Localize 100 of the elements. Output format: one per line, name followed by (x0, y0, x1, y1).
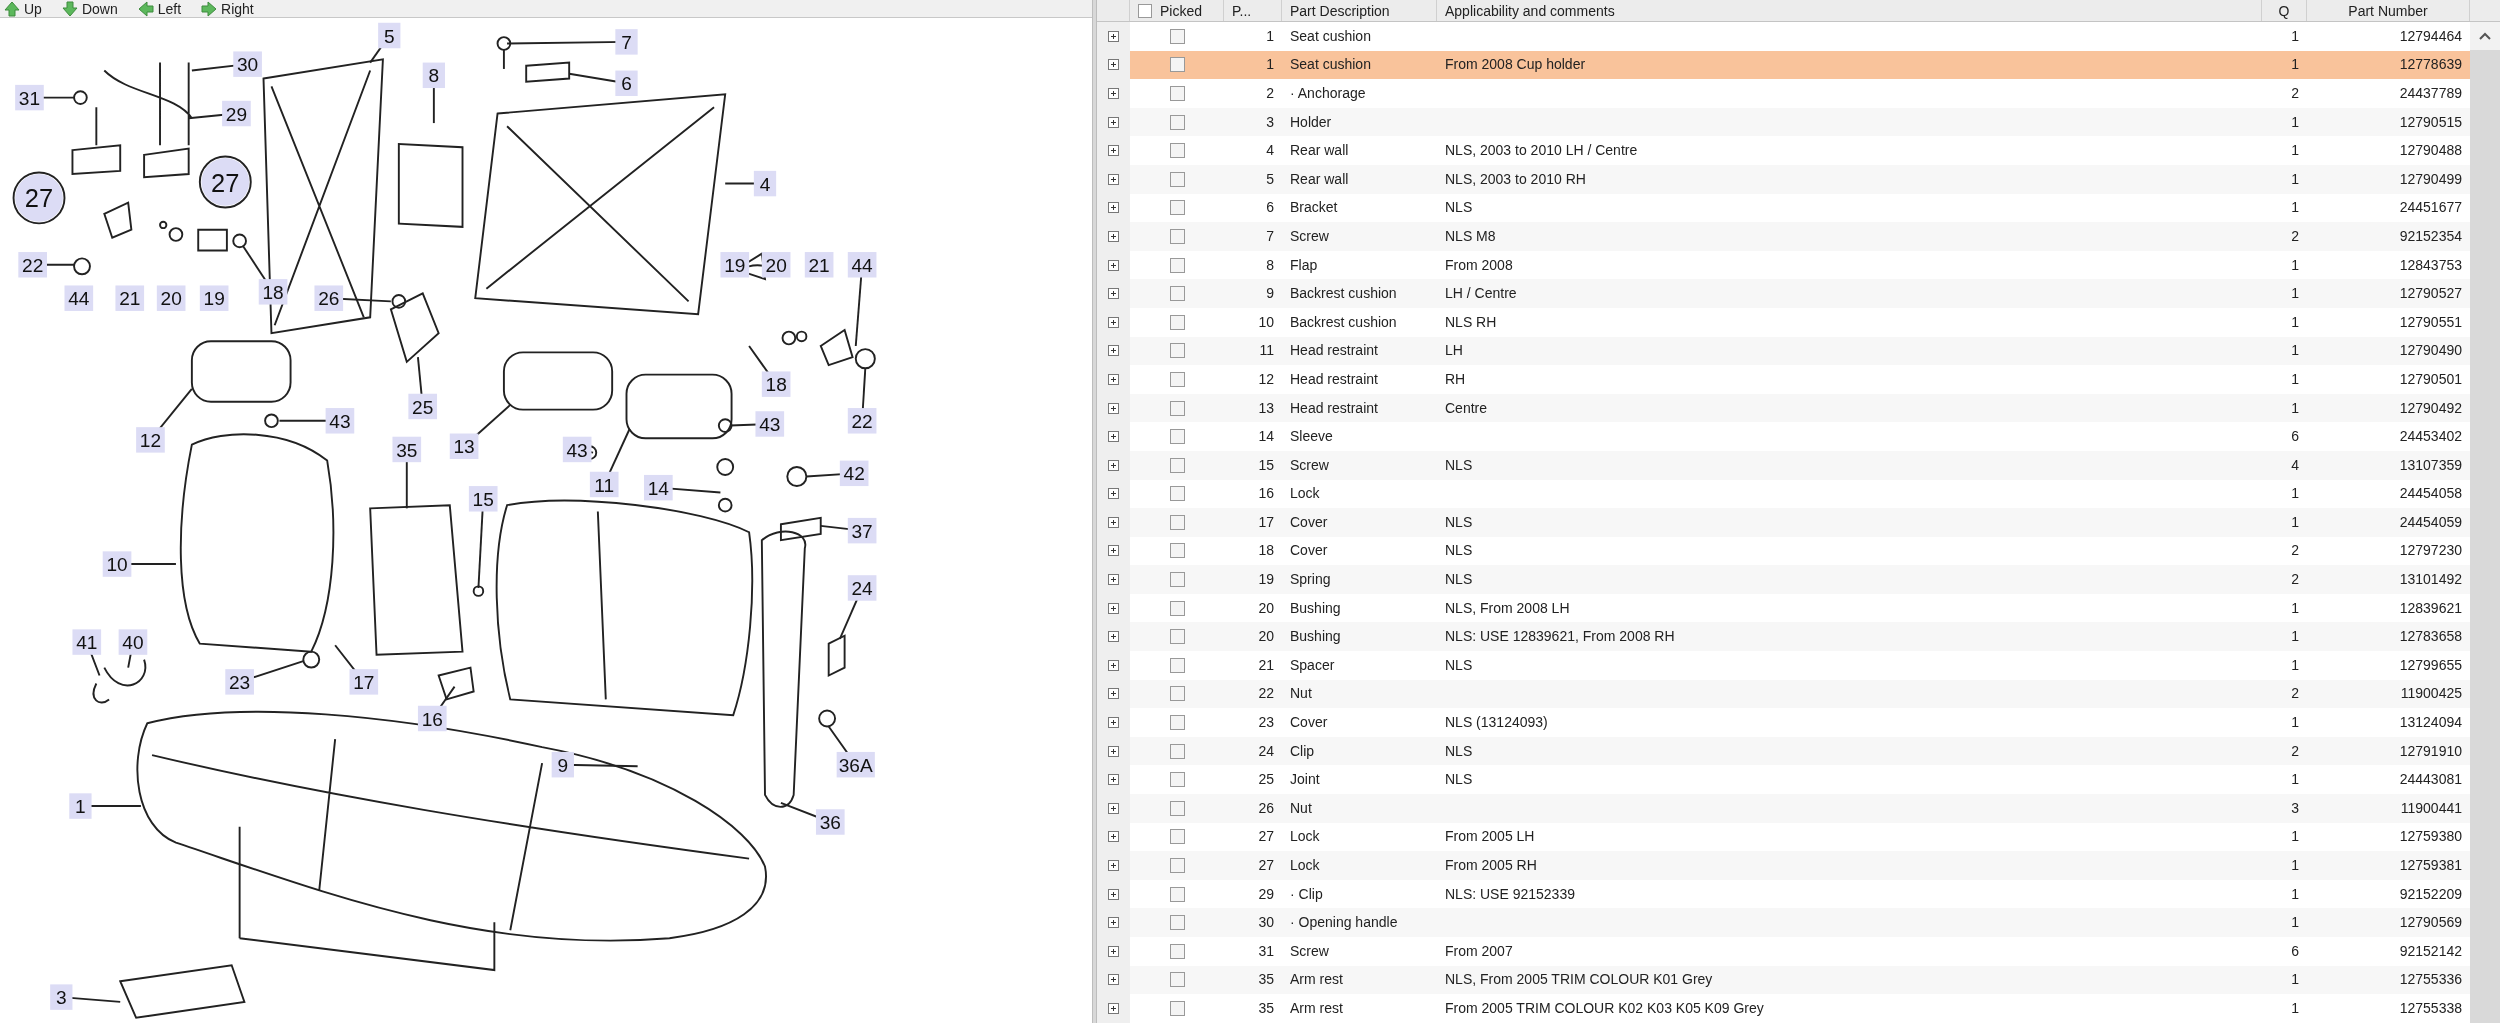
table-row[interactable]: 26 Nut 3 11900441 (1097, 794, 2470, 823)
callout-label[interactable]: 5 (378, 22, 401, 49)
callout-label[interactable]: 29 (222, 100, 251, 127)
callout-label[interactable]: 37 (847, 517, 877, 544)
picked-checkbox[interactable] (1169, 543, 1185, 559)
picked-checkbox[interactable] (1169, 114, 1185, 130)
callout-label[interactable]: 44 (64, 285, 94, 311)
expand-icon[interactable] (1108, 402, 1119, 414)
callout-label[interactable]: 22 (847, 408, 877, 434)
expand-icon[interactable] (1108, 888, 1119, 900)
expand-icon[interactable] (1108, 116, 1119, 128)
expand-icon[interactable] (1108, 373, 1119, 385)
table-row[interactable]: 35 Arm rest NLS, From 2005 TRIM COLOUR K01 Grey 1 12755336 (1097, 965, 2470, 995)
table-row[interactable]: 5 Rear wall NLS, 2003 to 2010 RH 1 12790499 (1097, 164, 2470, 194)
expand-icon[interactable] (1108, 516, 1119, 528)
callout-label[interactable]: 27 (15, 174, 63, 222)
picked-checkbox[interactable] (1169, 257, 1185, 273)
table-row[interactable]: 24 Clip NLS 2 12791910 (1097, 736, 2470, 766)
callout-label[interactable]: 8 (422, 62, 445, 89)
expand-icon[interactable] (1108, 545, 1119, 557)
picked-checkbox[interactable] (1169, 86, 1185, 101)
table-row[interactable]: 11 Head restraint LH 1 12790490 (1097, 336, 2470, 366)
callout-label[interactable]: 14 (644, 474, 673, 501)
callout-label[interactable]: 21 (804, 252, 834, 278)
callout-label[interactable]: 43 (562, 436, 592, 463)
callout-label[interactable]: 19 (199, 285, 229, 311)
table-row[interactable]: 17 Cover NLS 1 24454059 (1097, 508, 2470, 537)
callout-label[interactable]: 26 (314, 285, 344, 311)
expand-icon[interactable] (1108, 173, 1119, 185)
picked-checkbox[interactable] (1169, 371, 1185, 387)
column-header[interactable]: P... (1224, 0, 1282, 21)
scrollbar[interactable] (2470, 22, 2500, 1023)
callout-label[interactable]: 20 (761, 252, 791, 278)
callout-label[interactable]: 1 (69, 793, 92, 819)
picked-checkbox[interactable] (1169, 715, 1185, 731)
callout-label[interactable]: 30 (233, 51, 262, 77)
select-all-checkbox[interactable] (1138, 3, 1152, 18)
callout-label[interactable]: 35 (392, 436, 422, 463)
expand-icon[interactable] (1108, 659, 1119, 671)
expand-icon[interactable] (1108, 1003, 1119, 1014)
callout-label[interactable]: 36 (815, 809, 845, 835)
picked-checkbox[interactable] (1169, 629, 1185, 645)
picked-checkbox[interactable] (1169, 657, 1185, 673)
table-row[interactable]: 9 Backrest cushion LH / Centre 1 12790527 (1097, 279, 2470, 308)
callout-label[interactable]: 4 (753, 170, 777, 197)
right-button[interactable]: Right (201, 1, 254, 17)
column-header[interactable]: Picked (1160, 2, 1203, 19)
picked-checkbox[interactable] (1169, 600, 1185, 616)
picked-checkbox[interactable] (1169, 943, 1185, 959)
callout-label[interactable]: 21 (115, 285, 145, 311)
expand-icon[interactable] (1108, 202, 1119, 214)
column-header[interactable]: Applicability and comments (1437, 0, 2262, 21)
expand-icon[interactable] (1108, 602, 1119, 614)
expand-icon[interactable] (1108, 574, 1119, 586)
expand-icon[interactable] (1108, 288, 1119, 300)
picked-checkbox[interactable] (1169, 743, 1185, 759)
left-button[interactable]: Left (137, 1, 182, 17)
picked-checkbox[interactable] (1169, 429, 1185, 445)
expand-icon[interactable] (1108, 88, 1119, 99)
callout-label[interactable]: 43 (325, 408, 355, 434)
scroll-up-icon[interactable] (2470, 22, 2500, 50)
expand-icon[interactable] (1108, 945, 1119, 957)
picked-checkbox[interactable] (1169, 972, 1185, 988)
callout-label[interactable]: 43 (755, 411, 785, 437)
expand-icon[interactable] (1108, 145, 1119, 157)
down-button[interactable]: Down (61, 1, 118, 17)
callout-label[interactable]: 18 (258, 279, 288, 305)
callout-label[interactable]: 24 (847, 575, 877, 601)
picked-checkbox[interactable] (1169, 800, 1185, 816)
picked-checkbox[interactable] (1169, 314, 1185, 330)
expand-icon[interactable] (1108, 860, 1119, 871)
callout-label[interactable]: 20 (156, 285, 186, 311)
callout-label[interactable]: 25 (408, 393, 438, 420)
callout-label[interactable]: 36A (836, 751, 875, 778)
table-row[interactable]: 15 Screw NLS 4 13107359 (1097, 450, 2470, 480)
callout-label[interactable]: 3 (50, 984, 73, 1010)
callout-label[interactable]: 23 (225, 669, 254, 695)
table-row[interactable]: 1 Seat cushion From 2008 Cup holder 1 12778639 (1097, 50, 2470, 80)
picked-checkbox[interactable] (1169, 572, 1185, 588)
callout-label[interactable]: 22 (18, 252, 47, 278)
picked-checkbox[interactable] (1169, 886, 1185, 902)
expand-icon[interactable] (1108, 316, 1119, 328)
callout-label[interactable]: 18 (761, 371, 791, 397)
expand-icon[interactable] (1108, 259, 1119, 271)
callout-label[interactable]: 13 (449, 433, 479, 459)
picked-checkbox[interactable] (1169, 57, 1185, 73)
picked-checkbox[interactable] (1169, 1001, 1185, 1016)
expand-icon[interactable] (1108, 974, 1119, 986)
picked-checkbox[interactable] (1169, 400, 1185, 416)
callout-label[interactable]: 12 (136, 427, 165, 453)
picked-checkbox[interactable] (1169, 915, 1185, 931)
callout-label[interactable]: 7 (615, 29, 638, 55)
expand-icon[interactable] (1108, 431, 1119, 443)
picked-checkbox[interactable] (1169, 457, 1185, 473)
callout-label[interactable]: 19 (720, 252, 750, 278)
expand-icon[interactable] (1108, 917, 1119, 929)
picked-checkbox[interactable] (1169, 200, 1185, 216)
expand-icon[interactable] (1108, 488, 1119, 500)
expand-icon[interactable] (1108, 745, 1119, 757)
callout-label[interactable]: 44 (847, 252, 877, 278)
